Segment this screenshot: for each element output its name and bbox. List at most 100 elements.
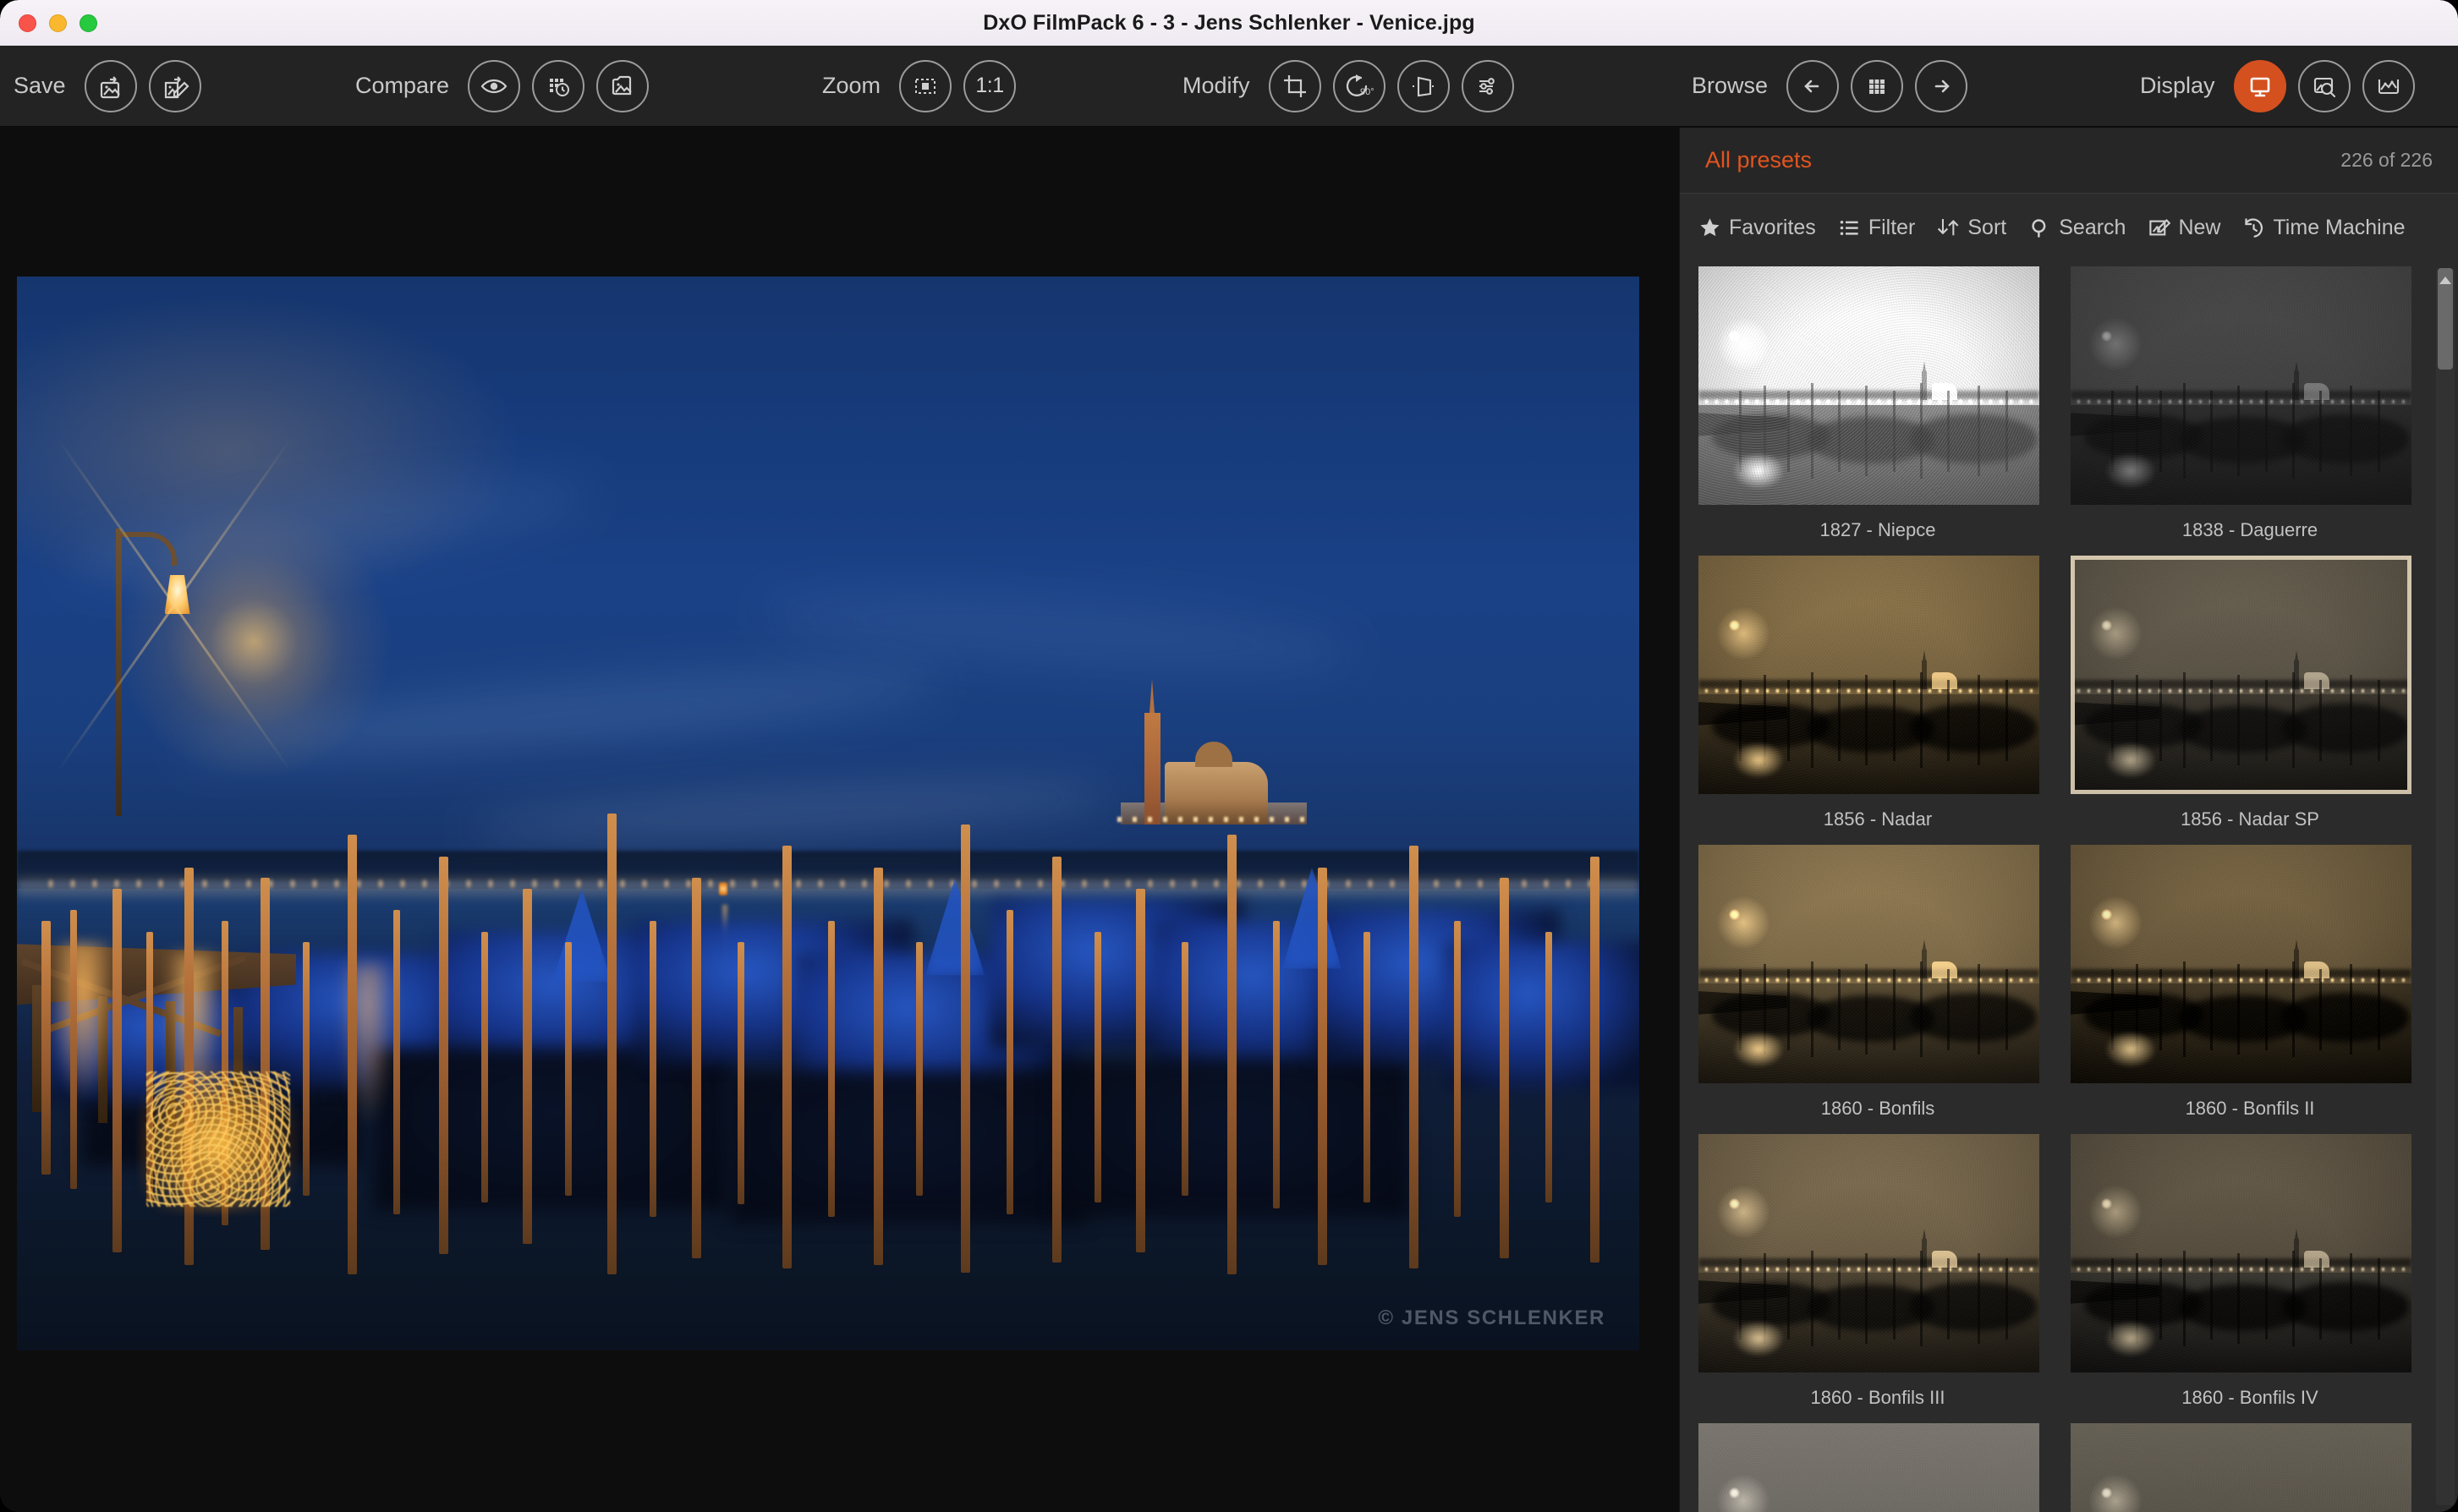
presets-search-button[interactable]: Search xyxy=(2028,216,2126,240)
browse-group-label: Browse xyxy=(1692,73,1768,99)
compare-side-by-side-button[interactable] xyxy=(596,60,649,112)
preset-thumb-scene xyxy=(1698,556,2039,794)
preset-thumb-scene xyxy=(2071,1134,2411,1372)
toolbar-group-save: Save xyxy=(14,60,201,112)
adjust-sliders-button[interactable] xyxy=(1462,60,1514,112)
presets-new-button[interactable]: New xyxy=(2148,216,2220,240)
preset-thumbnail[interactable] xyxy=(1698,845,2039,1083)
preset-item[interactable]: 1838 - Daguerre xyxy=(2071,266,2429,556)
minimize-window-button[interactable] xyxy=(49,14,67,32)
preset-thumbnail[interactable] xyxy=(2071,1134,2411,1372)
main-photo[interactable]: © JENS SCHLENKER xyxy=(17,277,1639,1350)
preset-item[interactable]: 1856 - Nadar SP xyxy=(2071,556,2429,845)
arrow-right-icon xyxy=(1928,73,1955,100)
display-fullscreen-button[interactable] xyxy=(2234,60,2286,112)
preset-thumb-border-frame xyxy=(2071,556,2411,794)
presets-time-machine-button[interactable]: Time Machine xyxy=(2242,216,2405,240)
preset-item[interactable] xyxy=(2071,1423,2429,1512)
browse-previous-button[interactable] xyxy=(1786,60,1839,112)
presets-filter-label: Filter xyxy=(1868,216,1916,240)
zoom-fit-button[interactable] xyxy=(899,60,952,112)
image-canvas[interactable]: © JENS SCHLENKER xyxy=(0,128,1679,1512)
window-title: DxO FilmPack 6 - 3 - Jens Schlenker - Ve… xyxy=(0,11,2458,36)
preset-thumbnail[interactable] xyxy=(2071,266,2411,505)
scroll-up-arrow-icon[interactable] xyxy=(2439,277,2451,284)
grid-icon xyxy=(1863,73,1890,100)
preset-label: 1860 - Bonfils III xyxy=(1698,1387,2057,1409)
zoom-group-label: Zoom xyxy=(822,73,881,99)
preset-item[interactable]: 1856 - Nadar xyxy=(1698,556,2057,845)
preset-label: 1838 - Daguerre xyxy=(2071,519,2429,541)
presets-favorites-button[interactable]: Favorites xyxy=(1698,216,1816,240)
presets-category-title[interactable]: All presets xyxy=(1705,147,1812,173)
preset-thumb-scene xyxy=(2071,266,2411,505)
export-image-icon xyxy=(96,72,125,101)
filter-list-icon xyxy=(1838,216,1861,239)
modify-group-label: Modify xyxy=(1182,73,1250,99)
presets-count: 226 of 226 xyxy=(2340,149,2433,172)
crop-button[interactable] xyxy=(1269,60,1321,112)
compare-history-button[interactable] xyxy=(532,60,584,112)
svg-text:90°: 90° xyxy=(1360,87,1374,97)
photo-city-lights xyxy=(49,880,1606,887)
time-machine-icon xyxy=(2242,216,2265,239)
preset-label: 1856 - Nadar SP xyxy=(2071,808,2429,830)
display-histogram-button[interactable] xyxy=(2362,60,2415,112)
rotate-90-button[interactable]: 90° xyxy=(1333,60,1385,112)
photo-distant-lamp xyxy=(719,882,727,896)
preset-label: 1856 - Nadar xyxy=(1698,808,2057,830)
preset-thumbnail[interactable] xyxy=(1698,556,2039,794)
compare-eye-button[interactable] xyxy=(468,60,520,112)
preset-item[interactable]: 1860 - Bonfils IV xyxy=(2071,1134,2429,1423)
star-icon xyxy=(1698,216,1721,239)
presets-filter-button[interactable]: Filter xyxy=(1838,216,1916,240)
photo-golden-reflection-speckle xyxy=(146,1071,290,1207)
title-bar: DxO FilmPack 6 - 3 - Jens Schlenker - Ve… xyxy=(0,0,2458,46)
presets-panel: All presets 226 of 226 Favorites F xyxy=(1679,128,2458,1512)
histogram-icon xyxy=(2374,72,2403,101)
browse-next-button[interactable] xyxy=(1915,60,1967,112)
traffic-lights xyxy=(0,14,97,32)
export-image-button[interactable] xyxy=(85,60,137,112)
preset-thumbnail[interactable] xyxy=(1698,266,2039,505)
zoom-one-to-one-button[interactable]: 1:1 xyxy=(963,60,1016,112)
preset-thumbnail[interactable] xyxy=(1698,1423,2039,1512)
photo-watermark: © JENS SCHLENKER xyxy=(1378,1307,1605,1330)
toolbar-group-modify: Modify 90° xyxy=(1182,60,1514,112)
maximize-window-button[interactable] xyxy=(80,14,97,32)
preset-thumbnail[interactable] xyxy=(2071,1423,2411,1512)
preset-thumbnail[interactable] xyxy=(1698,1134,2039,1372)
grid-clock-icon xyxy=(544,72,573,101)
save-group-label: Save xyxy=(14,73,66,99)
presets-sort-button[interactable]: Sort xyxy=(1937,216,2006,240)
venice-photo-scene: © JENS SCHLENKER xyxy=(17,277,1639,1350)
eye-icon xyxy=(480,72,508,101)
preset-item[interactable]: 1827 - Niepce xyxy=(1698,266,2057,556)
fit-to-screen-icon xyxy=(911,72,940,101)
presets-grid[interactable]: 1827 - Niepce xyxy=(1680,261,2458,1512)
perspective-button[interactable] xyxy=(1397,60,1450,112)
preset-thumbnail[interactable] xyxy=(2071,845,2411,1083)
toolbar-group-browse: Browse xyxy=(1692,60,1967,112)
preset-item[interactable] xyxy=(1698,1423,2057,1512)
presets-search-label: Search xyxy=(2059,216,2126,240)
photo-lamp-pole xyxy=(116,529,122,816)
presets-time-machine-label: Time Machine xyxy=(2273,216,2405,240)
preset-thumbnail[interactable] xyxy=(2071,556,2411,794)
preset-thumb-scene xyxy=(1698,1423,2039,1512)
image-stack-icon xyxy=(608,72,637,101)
close-window-button[interactable] xyxy=(19,14,36,32)
sort-arrows-icon xyxy=(1937,216,1960,239)
compare-group-label: Compare xyxy=(355,73,449,99)
preset-item[interactable]: 1860 - Bonfils III xyxy=(1698,1134,2057,1423)
monitor-icon xyxy=(2246,72,2274,101)
preset-item[interactable]: 1860 - Bonfils xyxy=(1698,845,2057,1134)
photo-pier-light-glow xyxy=(49,942,117,1103)
browse-grid-button[interactable] xyxy=(1851,60,1903,112)
presets-scrollbar[interactable] xyxy=(2436,268,2455,1505)
presets-panel-header: All presets 226 of 226 xyxy=(1680,128,2458,194)
display-loupe-button[interactable] xyxy=(2298,60,2351,112)
preset-item[interactable]: 1860 - Bonfils II xyxy=(2071,845,2429,1134)
preset-label: 1860 - Bonfils II xyxy=(2071,1098,2429,1120)
export-edit-button[interactable] xyxy=(149,60,201,112)
